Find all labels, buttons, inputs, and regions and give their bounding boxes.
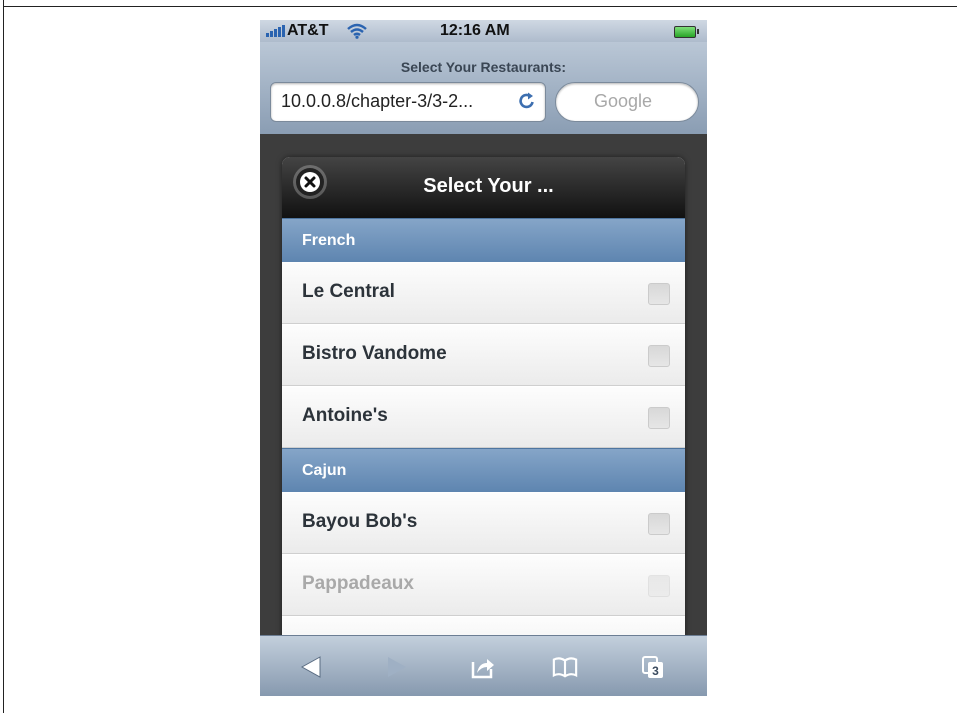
list-item-label: Pappadeaux <box>302 573 414 594</box>
list-item-disabled: Pappadeaux <box>282 554 685 616</box>
forward-icon <box>388 657 406 677</box>
checkbox[interactable] <box>648 345 670 367</box>
tabs-count: 3 <box>652 664 659 678</box>
share-icon[interactable] <box>470 654 496 680</box>
page-title: Select Your Restaurants: <box>400 59 567 75</box>
url-field[interactable]: 10.0.0.8/chapter-3/3-2... <box>270 82 546 122</box>
tabs-icon[interactable]: 3 <box>640 654 666 680</box>
search-placeholder: Google <box>594 91 653 111</box>
status-bar: AT&T 12:16 AM <box>260 20 707 42</box>
checkbox[interactable] <box>648 407 670 429</box>
frame-border-left <box>3 0 4 713</box>
list-item-label: Bistro Vandome <box>302 343 447 364</box>
bookmarks-icon[interactable] <box>552 654 578 680</box>
checkbox[interactable] <box>648 513 670 535</box>
list-item[interactable]: Bayou Bob's <box>282 492 685 554</box>
list-item-label: Le Central <box>302 281 395 302</box>
list-item-label: Antoine's <box>302 405 388 426</box>
clock: 12:16 AM <box>440 22 510 39</box>
signal-icon <box>266 25 285 37</box>
list-item[interactable]: Antoine's <box>282 386 685 448</box>
list-item[interactable]: Bistro Vandome <box>282 324 685 386</box>
search-field[interactable]: Google <box>555 82 699 122</box>
dialog-header: Select Your ... <box>282 157 685 218</box>
phone-screen: AT&T 12:16 AM Select Your Restaurants: 1… <box>260 20 707 696</box>
back-icon[interactable] <box>298 654 324 680</box>
checkbox <box>648 575 670 597</box>
list-item[interactable]: Le Central <box>282 262 685 324</box>
battery-icon <box>674 26 699 38</box>
wifi-icon <box>347 23 367 39</box>
select-dialog: Select Your ... French Le Central Bistro… <box>282 157 685 696</box>
dialog-title: Select Your ... <box>423 175 554 197</box>
frame-border-top <box>3 6 957 7</box>
group-divider-cajun: Cajun <box>282 448 685 492</box>
restaurant-list: French Le Central Bistro Vandome Antoine… <box>282 218 685 678</box>
reload-icon[interactable] <box>517 91 537 111</box>
list-item-label: Bayou Bob's <box>302 511 418 532</box>
checkbox[interactable] <box>648 283 670 305</box>
url-text: 10.0.0.8/chapter-3/3-2... <box>281 91 474 111</box>
browser-toolbar: 3 <box>260 635 707 696</box>
group-divider-french: French <box>282 218 685 262</box>
carrier-label: AT&T <box>287 22 329 39</box>
